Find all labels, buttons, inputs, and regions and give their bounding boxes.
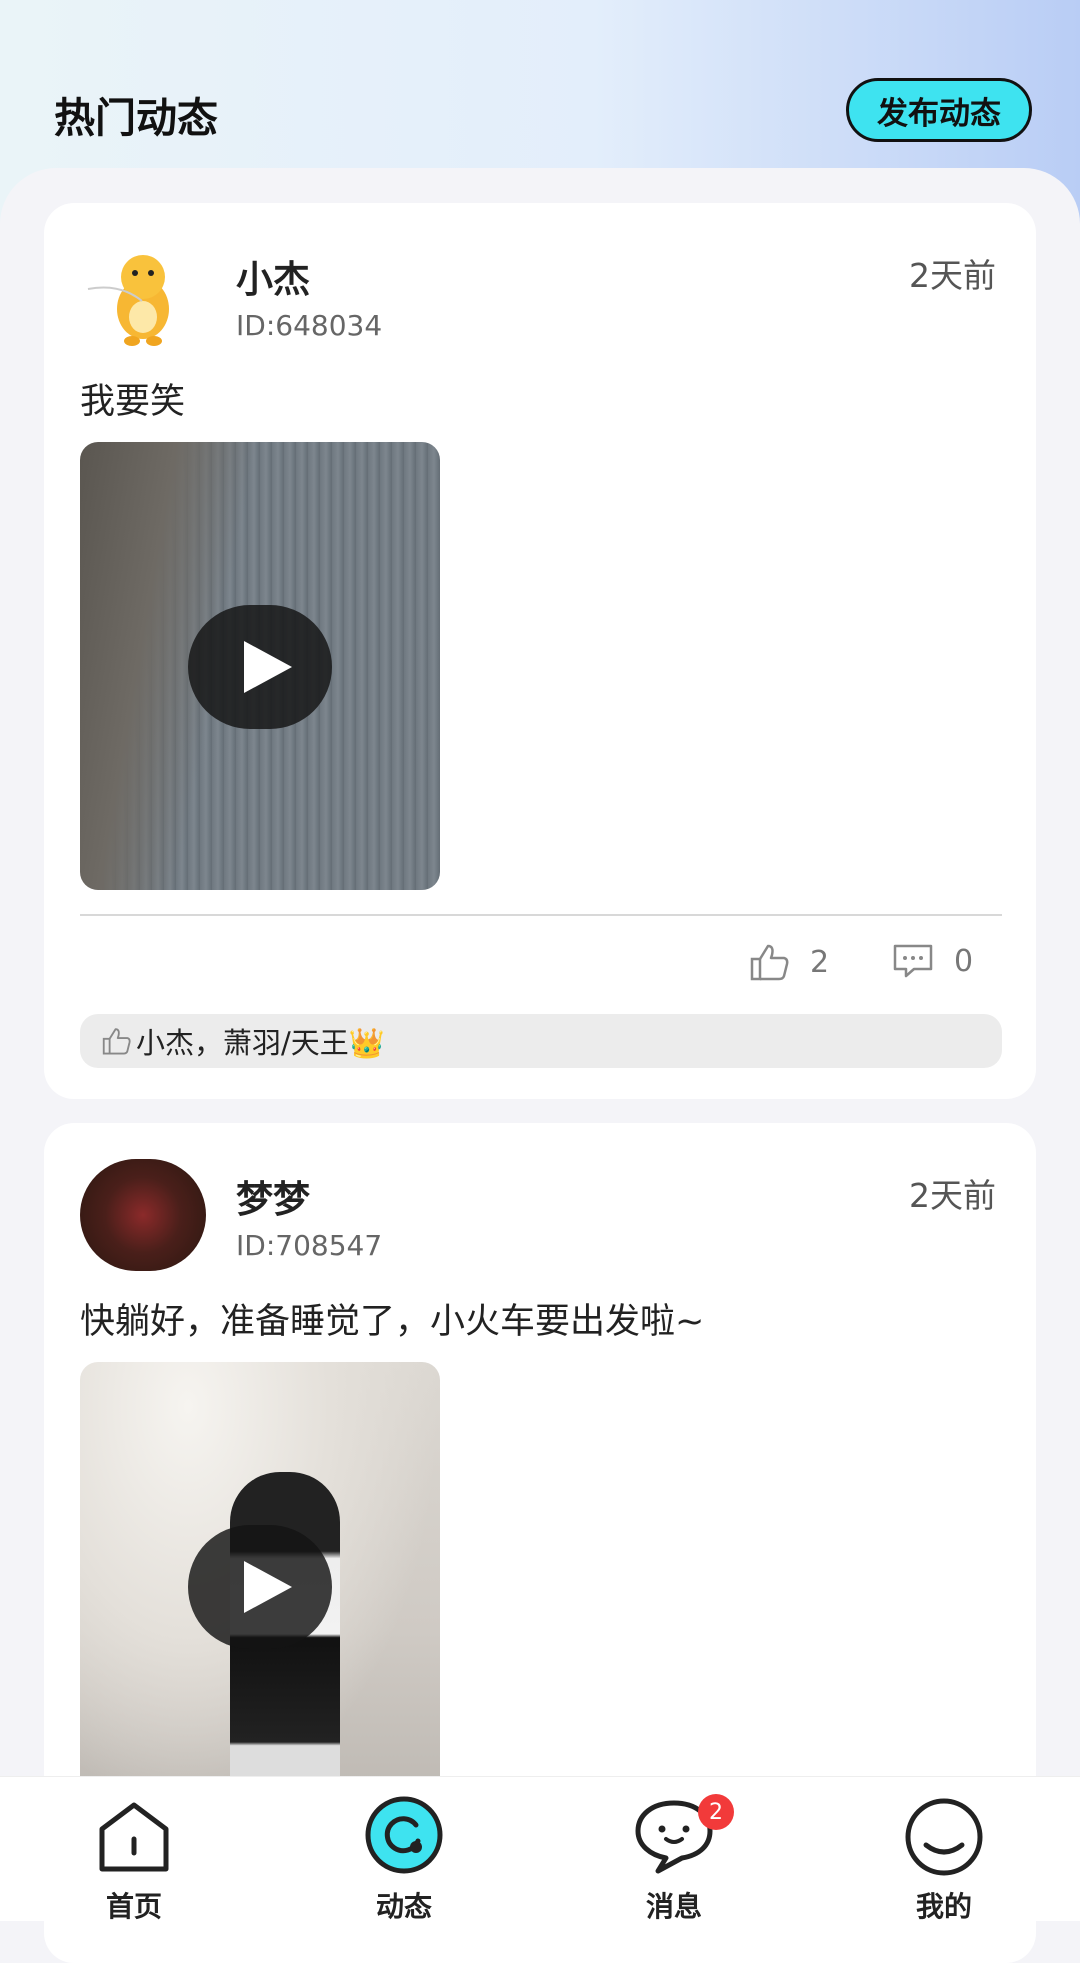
tab-label: 首页 — [105, 1890, 162, 1923]
tab-home[interactable]: 首页 — [54, 1777, 214, 1923]
post-text: 快躺好，准备睡觉了，小火车要出发啦~ — [80, 1302, 705, 1342]
dinosaur-avatar-icon — [87, 255, 169, 346]
home-icon — [99, 1802, 169, 1872]
tab-messages[interactable]: 2 消息 — [594, 1777, 754, 1923]
comment-button[interactable]: 0 — [892, 943, 973, 979]
tab-label: 动态 — [375, 1890, 432, 1923]
post-card[interactable]: 小杰 ID:648034 2天前 我要笑 2 0 小杰，萧羽/天王👑 — [44, 203, 1036, 1099]
author-id: ID:648034 — [236, 309, 383, 342]
author-name[interactable]: 梦梦 — [236, 1169, 310, 1223]
play-icon[interactable] — [188, 605, 332, 729]
avatar[interactable] — [80, 1159, 206, 1271]
thumbs-up-icon — [750, 944, 789, 981]
post-text: 我要笑 — [80, 382, 186, 422]
tab-moments[interactable]: 动态 — [324, 1777, 484, 1923]
likers-text: 小杰，萧羽/天王👑 — [136, 1026, 385, 1060]
moments-icon — [365, 1796, 443, 1874]
tab-profile[interactable]: 我的 — [864, 1777, 1024, 1923]
video-thumbnail[interactable] — [80, 1362, 440, 1810]
bottom-tab-bar: 首页 动态 2 消息 我的 — [0, 1776, 1080, 1923]
comment-count: 0 — [954, 943, 974, 979]
post-time: 2天前 — [909, 1176, 996, 1215]
play-icon[interactable] — [188, 1525, 332, 1649]
likers-bar[interactable]: 小杰，萧羽/天王👑 — [80, 1014, 1002, 1068]
avatar[interactable] — [80, 239, 206, 351]
video-thumbnail[interactable] — [80, 442, 440, 890]
page-title: 热门动态 — [54, 94, 218, 142]
like-button[interactable]: 2 — [750, 943, 829, 981]
author-id: ID:708547 — [236, 1229, 383, 1262]
thumbs-up-icon — [102, 1028, 131, 1055]
tab-label: 我的 — [915, 1890, 972, 1923]
post-time: 2天前 — [909, 256, 996, 295]
author-name[interactable]: 小杰 — [236, 249, 310, 303]
publish-post-button[interactable]: 发布动态 — [846, 78, 1032, 142]
tab-label: 消息 — [645, 1890, 702, 1923]
like-count: 2 — [810, 944, 830, 980]
profile-icon — [905, 1798, 983, 1876]
unread-badge: 2 — [698, 1794, 734, 1830]
divider — [80, 914, 1002, 916]
comment-icon — [893, 944, 933, 978]
